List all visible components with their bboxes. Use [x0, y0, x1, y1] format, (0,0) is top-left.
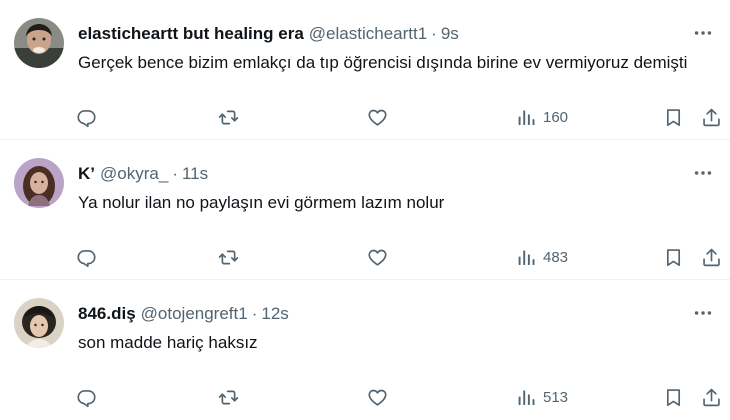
retweet-icon — [218, 387, 239, 408]
more-icon — [692, 162, 714, 184]
display-name[interactable]: K’ — [78, 164, 95, 184]
more-icon — [692, 22, 714, 44]
separator-dot: · — [251, 304, 258, 323]
share-icon — [701, 107, 722, 128]
avatar[interactable] — [14, 18, 64, 68]
reply-icon — [76, 107, 97, 128]
like-icon — [367, 387, 388, 408]
avatar[interactable] — [14, 158, 64, 208]
tweet-item[interactable]: elasticheartt but healing era @elastiche… — [0, 0, 730, 140]
tweet-header: elasticheartt but healing era @elastiche… — [78, 22, 670, 46]
views-icon — [516, 107, 537, 128]
reply-icon — [76, 387, 97, 408]
display-name[interactable]: elasticheartt but healing era — [78, 24, 304, 44]
tweet-item[interactable]: 846.diş @otojengreft1 · 12s son madde ha… — [0, 280, 730, 420]
bookmark-icon — [663, 387, 684, 408]
share-button[interactable] — [701, 242, 722, 272]
views-button[interactable]: 483 — [516, 242, 568, 272]
retweet-button[interactable] — [218, 102, 239, 132]
tweet-text: son madde hariç haksız — [78, 333, 258, 352]
display-name[interactable]: 846.diş — [78, 304, 136, 324]
avatar-image — [14, 298, 64, 348]
avatar[interactable] — [14, 298, 64, 348]
user-handle[interactable]: @okyra_ — [100, 164, 168, 184]
bookmark-button[interactable] — [663, 382, 684, 412]
more-button[interactable] — [690, 22, 716, 44]
tweet-item[interactable]: K’ @okyra_ · 11s Ya nolur ilan no paylaş… — [0, 140, 730, 280]
views-count: 513 — [543, 388, 569, 406]
action-bar: 513 — [70, 382, 730, 412]
reply-feed: elasticheartt but healing era @elastiche… — [0, 0, 730, 420]
views-button[interactable]: 160 — [516, 102, 568, 132]
tweet-text: Gerçek bence bizim emlakçı da tıp öğrenc… — [78, 53, 688, 72]
more-button[interactable] — [690, 302, 716, 324]
separator-dot: · — [431, 24, 437, 43]
share-button[interactable] — [701, 102, 722, 132]
tweet-text: Ya nolur ilan no paylaşın evi görmem laz… — [78, 193, 445, 212]
like-button[interactable] — [367, 102, 388, 132]
reply-button[interactable] — [76, 242, 97, 272]
reply-button[interactable] — [76, 382, 97, 412]
action-bar: 483 — [70, 242, 730, 272]
views-icon — [516, 387, 537, 408]
bookmark-icon — [663, 107, 684, 128]
more-icon — [692, 302, 714, 324]
avatar-image — [14, 18, 64, 68]
views-count: 160 — [543, 108, 569, 126]
tweet-header: K’ @okyra_ · 11s — [78, 162, 670, 186]
like-icon — [367, 247, 388, 268]
avatar-image — [14, 158, 64, 208]
like-button[interactable] — [367, 242, 388, 272]
separator-dot: · — [172, 164, 178, 183]
bookmark-button[interactable] — [663, 102, 684, 132]
share-icon — [701, 247, 722, 268]
reply-icon — [76, 247, 97, 268]
views-icon — [516, 247, 537, 268]
action-bar: 160 — [70, 102, 730, 132]
user-handle[interactable]: @elasticheartt1 — [309, 24, 427, 44]
like-button[interactable] — [367, 382, 388, 412]
tweet-header: 846.diş @otojengreft1 · 12s — [78, 302, 670, 326]
views-count: 483 — [543, 248, 569, 266]
share-button[interactable] — [701, 382, 722, 412]
views-button[interactable]: 513 — [516, 382, 568, 412]
timestamp[interactable]: 9s — [441, 24, 459, 44]
retweet-icon — [218, 107, 239, 128]
retweet-icon — [218, 247, 239, 268]
user-handle[interactable]: @otojengreft1 — [141, 304, 248, 324]
reply-button[interactable] — [76, 102, 97, 132]
share-icon — [701, 387, 722, 408]
timestamp[interactable]: 11s — [182, 164, 208, 184]
retweet-button[interactable] — [218, 382, 239, 412]
bookmark-button[interactable] — [663, 242, 684, 272]
timestamp[interactable]: 12s — [261, 304, 288, 324]
bookmark-icon — [663, 247, 684, 268]
retweet-button[interactable] — [218, 242, 239, 272]
more-button[interactable] — [690, 162, 716, 184]
like-icon — [367, 107, 388, 128]
